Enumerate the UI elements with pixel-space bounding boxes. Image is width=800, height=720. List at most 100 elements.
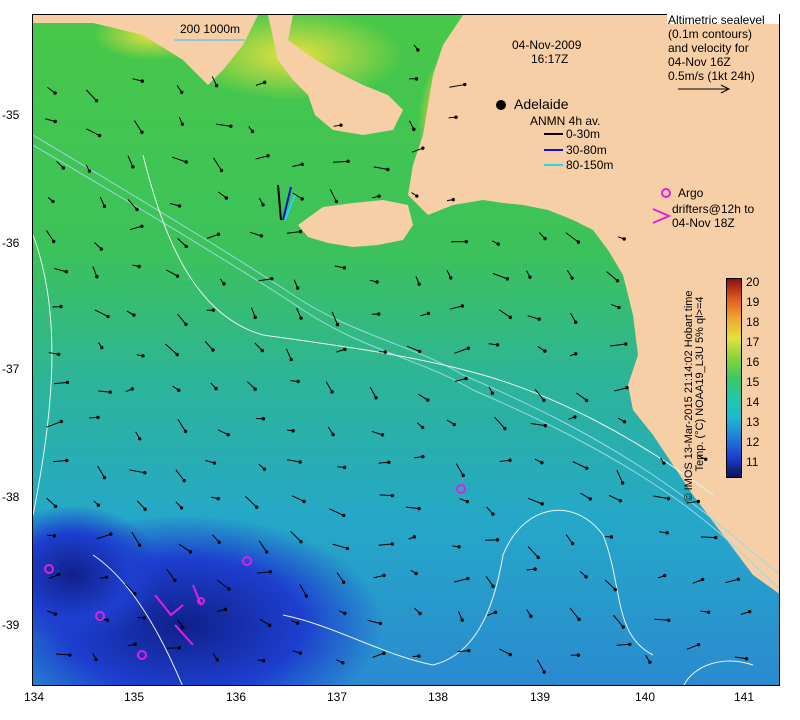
colorbar-tick: 12: [746, 435, 760, 449]
velocity-arrow-head: [573, 415, 577, 419]
velocity-arrow-head: [56, 572, 61, 577]
velocity-arrow-head: [464, 239, 468, 244]
velocity-arrow-head: [68, 653, 72, 657]
velocity-arrow-head: [262, 467, 267, 471]
altimetry-legend-line: 04-Nov 16Z: [668, 55, 731, 69]
velocity-arrow-head: [342, 266, 347, 270]
velocity-arrow-head: [426, 398, 430, 402]
velocity-arrow-head: [299, 316, 303, 320]
velocity-arrow-head: [390, 493, 395, 498]
velocity-arrow-head: [417, 349, 422, 354]
velocity-arrow-head: [87, 169, 92, 173]
velocity-arrow-head: [584, 398, 589, 403]
velocity-arrow-head: [382, 573, 386, 578]
anmn-legend-item: 30-80m: [566, 143, 607, 157]
velocity-arrow-head: [177, 204, 182, 208]
velocity-arrow-head: [264, 550, 269, 554]
velocity-arrow-head: [376, 312, 381, 316]
velocity-arrow-head: [105, 618, 109, 622]
velocity-arrow-head: [747, 609, 752, 614]
velocity-arrow-head: [330, 390, 334, 394]
velocity-arrow-head: [53, 504, 58, 508]
velocity-arrow-head: [576, 240, 581, 244]
velocity-arrow-head: [490, 391, 494, 395]
velocity-arrow-head: [341, 513, 346, 518]
velocity-arrow-head: [216, 496, 220, 501]
lon-tick: 137: [326, 690, 348, 704]
velocity-arrow-head: [662, 461, 666, 465]
velocity-arrow-head: [418, 611, 422, 616]
velocity-arrow-head: [215, 658, 219, 662]
altimetry-legend-line: Altimetric sealevel: [668, 13, 765, 27]
velocity-arrow-head: [454, 115, 458, 119]
scale-label: 200 1000m: [180, 22, 241, 36]
velocity-arrow-head: [457, 545, 461, 549]
velocity-arrow-head: [417, 506, 421, 511]
velocity-arrow-head: [666, 618, 671, 622]
velocity-arrow-head: [179, 506, 184, 510]
velocity-arrow-head: [227, 587, 231, 591]
velocity-arrow-head: [543, 423, 547, 428]
velocity-arrow-head: [491, 512, 495, 516]
velocity-arrow-head: [620, 481, 625, 485]
velocity-arrow-head: [466, 346, 471, 350]
velocity-arrow-head: [141, 354, 145, 358]
velocity-arrow-head: [536, 555, 540, 560]
velocity-arrow-head: [59, 304, 63, 309]
velocity-arrow-head: [537, 317, 541, 321]
velocity-arrow-head: [100, 345, 104, 350]
velocity-arrow-head: [140, 79, 144, 83]
velocity-arrow-head: [700, 577, 705, 582]
velocity-arrow-head: [51, 199, 55, 204]
velocity-arrow-head: [609, 535, 614, 539]
velocity-arrow-head: [588, 497, 592, 501]
altimetry-legend-line: (0.1m contours): [668, 27, 753, 41]
velocity-arrow-head: [383, 350, 387, 354]
velocity-arrow-head: [184, 244, 188, 249]
velocity-arrow-head: [177, 646, 182, 650]
velocity-arrow-head: [706, 610, 711, 614]
velocity-arrow-head: [253, 315, 257, 320]
velocity-arrow-head: [56, 352, 61, 357]
velocity-arrow-head: [95, 274, 99, 279]
velocity-arrow-head: [624, 342, 628, 346]
velocity-arrow-head: [132, 313, 136, 317]
velocity-arrow-head: [412, 127, 416, 132]
velocity-arrow-head: [188, 550, 193, 554]
velocity-arrow-head: [491, 584, 495, 588]
velocity-arrow-head: [217, 540, 221, 545]
velocity-arrow-head: [613, 587, 617, 592]
velocity-arrow-head: [390, 542, 394, 546]
velocity-arrow-head: [460, 618, 464, 622]
velocity-arrow-head: [662, 573, 667, 578]
velocity-arrow-head: [65, 458, 69, 463]
velocity-arrow-head: [295, 286, 300, 290]
lon-tick: 139: [529, 690, 551, 704]
velocity-arrow-head: [180, 122, 185, 126]
velocity-arrow-head: [140, 130, 144, 134]
velocity-arrow-head: [260, 348, 265, 353]
lon-tick: 135: [123, 690, 145, 704]
velocity-arrow-head: [99, 247, 104, 251]
lat-tick: -37: [2, 362, 20, 376]
velocity-arrow-head: [386, 167, 390, 172]
velocity-arrow-head: [542, 398, 546, 402]
velocity-arrow-head: [496, 242, 500, 246]
velocity-arrow-head: [97, 133, 102, 138]
velocity-arrow-head: [416, 48, 420, 52]
velocity-arrow-head: [331, 432, 335, 437]
velocity-arrow-head: [137, 543, 142, 547]
velocity-arrow-head: [131, 165, 135, 169]
velocity-arrow-head: [625, 386, 629, 390]
velocity-arrow-head: [417, 654, 421, 658]
velocity-arrow-head: [108, 390, 112, 394]
velocity-arrow-head: [696, 499, 701, 504]
velocity-arrow-head: [420, 425, 425, 430]
velocity-arrow-head: [304, 594, 309, 598]
velocity-arrow-head: [94, 98, 99, 103]
velocity-arrow-head: [508, 458, 512, 462]
velocity-arrow-head: [133, 642, 137, 647]
velocity-arrow-head: [343, 347, 347, 351]
velocity-arrow-head: [621, 625, 625, 629]
velocity-arrow-head: [375, 280, 379, 284]
